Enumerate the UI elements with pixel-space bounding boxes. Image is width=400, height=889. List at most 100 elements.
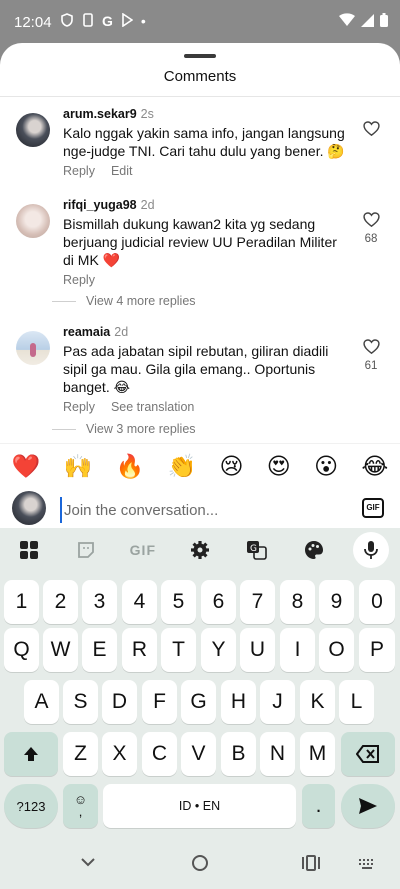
key-9[interactable]: 9 — [319, 580, 354, 624]
key-h[interactable]: H — [221, 680, 256, 724]
settings-icon[interactable] — [182, 532, 218, 568]
key-k[interactable]: K — [300, 680, 335, 724]
status-time: 12:04 — [14, 14, 52, 31]
key-i[interactable]: I — [280, 628, 315, 672]
key-1[interactable]: 1 — [4, 580, 39, 624]
emoji-laughing[interactable]: 😂 — [361, 453, 388, 480]
signal-icon — [361, 13, 374, 27]
home-icon[interactable] — [191, 854, 209, 872]
key-7[interactable]: 7 — [240, 580, 275, 624]
sticker-icon[interactable] — [68, 532, 104, 568]
key-l[interactable]: L — [339, 680, 374, 724]
see-translation-button[interactable]: See translation — [111, 400, 194, 414]
bottom-row: ?123 ☺ , ID • EN . — [0, 784, 400, 828]
notification-dot: • — [140, 13, 146, 29]
key-j[interactable]: J — [260, 680, 295, 724]
key-3[interactable]: 3 — [82, 580, 117, 624]
key-z[interactable]: Z — [63, 732, 98, 776]
phone-icon — [83, 13, 93, 27]
apps-icon[interactable] — [11, 532, 47, 568]
key-w[interactable]: W — [43, 628, 78, 672]
key-4[interactable]: 4 — [122, 580, 157, 624]
wifi-icon — [339, 13, 355, 26]
key-6[interactable]: 6 — [201, 580, 236, 624]
emoji-raised-hands[interactable]: 🙌 — [64, 453, 93, 480]
comma-label: , — [78, 804, 83, 819]
key-2[interactable]: 2 — [43, 580, 78, 624]
key-q[interactable]: Q — [4, 628, 39, 672]
like-count: 61 — [364, 360, 378, 372]
key-y[interactable]: Y — [201, 628, 236, 672]
sheet-drag-handle[interactable] — [184, 54, 216, 58]
palette-icon[interactable] — [296, 532, 332, 568]
key-v[interactable]: V — [181, 732, 216, 776]
avatar[interactable] — [16, 204, 50, 238]
key-b[interactable]: B — [221, 732, 256, 776]
key-n[interactable]: N — [260, 732, 295, 776]
reply-button[interactable]: Reply — [63, 164, 95, 178]
avatar[interactable] — [16, 331, 50, 365]
back-chevron-icon[interactable] — [80, 854, 96, 870]
backspace-key[interactable] — [341, 732, 395, 776]
emoji-surprised[interactable]: 😮 — [314, 453, 338, 480]
comment-username[interactable]: reamaia — [63, 325, 110, 339]
emoji-heart-eyes[interactable]: 😍 — [267, 453, 291, 480]
emoji-comma-key[interactable]: ☺ , — [63, 784, 98, 828]
emoji-heart[interactable]: ❤️ — [12, 453, 41, 480]
like-button[interactable] — [360, 121, 382, 142]
send-icon — [359, 798, 377, 814]
heart-icon — [362, 212, 380, 227]
reply-button[interactable]: Reply — [63, 400, 95, 414]
gif-button[interactable]: GIF — [362, 498, 384, 518]
avatar[interactable] — [16, 113, 50, 147]
comment-text: Bismillah dukung kawan2 kita yg sedang b… — [63, 216, 337, 268]
backspace-icon — [356, 745, 379, 763]
like-button[interactable]: 68 — [360, 212, 382, 245]
key-0[interactable]: 0 — [359, 580, 395, 624]
view-more-replies[interactable]: View 3 more replies — [52, 422, 196, 436]
emoji-fire[interactable]: 🔥 — [116, 453, 145, 480]
shift-icon — [24, 747, 38, 761]
like-button[interactable]: 61 — [360, 339, 382, 372]
key-f[interactable]: F — [142, 680, 177, 724]
emoji-clap[interactable]: 👏 — [168, 453, 197, 480]
send-key[interactable] — [341, 784, 395, 828]
space-key[interactable]: ID • EN — [103, 784, 296, 828]
key-o[interactable]: O — [319, 628, 354, 672]
comment-username[interactable]: arum.sekar9 — [63, 107, 137, 121]
period-key[interactable]: . — [302, 784, 335, 828]
mic-icon[interactable] — [353, 532, 390, 568]
reply-button[interactable]: Reply — [63, 273, 95, 287]
key-t[interactable]: T — [161, 628, 196, 672]
heart-icon — [362, 121, 380, 136]
key-x[interactable]: X — [102, 732, 137, 776]
edit-button[interactable]: Edit — [111, 164, 133, 178]
key-e[interactable]: E — [82, 628, 117, 672]
recents-icon[interactable] — [302, 854, 320, 872]
symbols-key[interactable]: ?123 — [4, 784, 58, 828]
view-more-replies[interactable]: View 4 more replies — [52, 294, 196, 308]
comment-input[interactable] — [60, 497, 340, 523]
key-a[interactable]: A — [24, 680, 59, 724]
emoji-crying[interactable]: 😢 — [219, 453, 243, 480]
key-d[interactable]: D — [102, 680, 137, 724]
vpn-shield-icon — [61, 13, 73, 27]
shift-key[interactable] — [4, 732, 58, 776]
key-u[interactable]: U — [240, 628, 275, 672]
key-r[interactable]: R — [122, 628, 157, 672]
google-icon: G — [102, 13, 113, 29]
key-c[interactable]: C — [142, 732, 177, 776]
key-8[interactable]: 8 — [280, 580, 315, 624]
key-s[interactable]: S — [63, 680, 98, 724]
key-m[interactable]: M — [300, 732, 335, 776]
keyboard-gif-button[interactable]: GIF — [125, 532, 161, 568]
comment-text: Pas ada jabatan sipil rebutan, giliran d… — [63, 343, 329, 395]
key-g[interactable]: G — [181, 680, 216, 724]
status-bar: 12:04 G • — [0, 0, 400, 44]
battery-icon — [380, 13, 388, 27]
translate-icon[interactable]: G — [239, 532, 275, 568]
comment-username[interactable]: rifqi_yuga98 — [63, 198, 137, 212]
keyboard-switch-icon[interactable] — [358, 858, 376, 870]
key-5[interactable]: 5 — [161, 580, 196, 624]
key-p[interactable]: P — [359, 628, 395, 672]
